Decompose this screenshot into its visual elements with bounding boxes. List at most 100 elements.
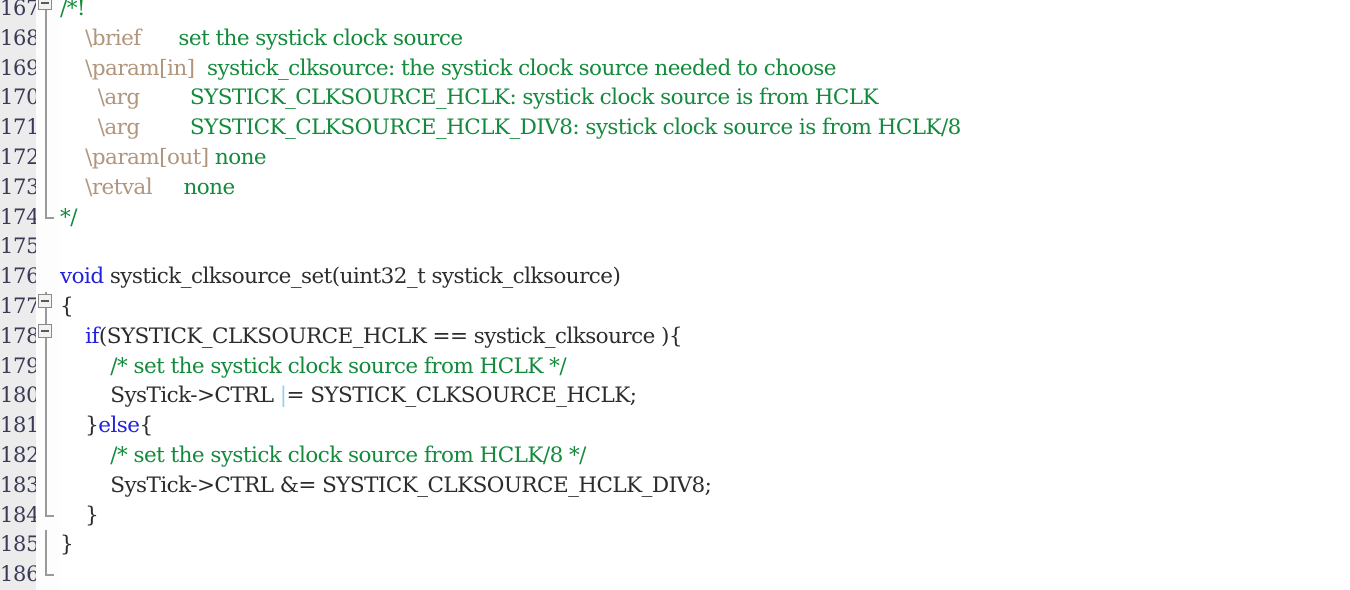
code-token: (SYSTICK_CLKSOURCE_HCLK == systick_clkso…: [98, 323, 683, 349]
line-number: 172: [0, 144, 40, 169]
code-token: void: [60, 264, 104, 290]
fold-row: [36, 381, 60, 412]
fold-row: [36, 83, 60, 114]
line-number: 176: [0, 264, 40, 289]
fold-row: [36, 142, 60, 173]
code-token: none: [183, 174, 235, 200]
fold-end-icon: [45, 560, 54, 577]
line-number: 170: [0, 85, 40, 110]
code-token: /*!: [60, 0, 86, 21]
line-number-gutter[interactable]: 167 168 169 170 171 172 173 174 175 176 177 178 179 1…: [0, 0, 40, 590]
code-line[interactable]: /* set the systick clock source from HCL…: [60, 441, 1350, 471]
line-number: 175: [0, 234, 40, 259]
line-number: 168: [0, 25, 40, 50]
code-token: {: [60, 293, 74, 319]
code-token: none: [214, 144, 267, 170]
code-token: systick_clksource_set(uint32_t systick_c…: [103, 264, 621, 290]
code-line[interactable]: \brief set the systick clock source: [60, 24, 1350, 54]
fold-row: [36, 291, 60, 322]
code-editor[interactable]: /*! \brief set the systick clock source …: [0, 0, 1350, 590]
code-token: systick_clksource: the systick clock sou…: [207, 55, 836, 81]
fold-row: [36, 351, 60, 382]
code-line[interactable]: }: [60, 501, 1350, 531]
line-number: 174: [0, 204, 40, 229]
code-token: SysTick->CTRL: [110, 383, 280, 409]
fold-row: [36, 0, 60, 24]
fold-collapse-icon[interactable]: [38, 293, 52, 308]
fold-guide-line: [45, 530, 47, 561]
fold-row: [36, 23, 60, 54]
code-token: \retval: [85, 174, 153, 200]
code-line[interactable]: */: [60, 203, 1350, 233]
code-line[interactable]: \retval none: [60, 173, 1350, 203]
fold-row: [36, 53, 60, 84]
line-number: 183: [0, 472, 40, 497]
code-token: \param[out]: [85, 144, 209, 170]
fold-guide-line: [45, 381, 47, 412]
code-line[interactable]: [60, 560, 1350, 590]
code-line[interactable]: /* set the systick clock source from HCL…: [60, 352, 1350, 382]
code-line[interactable]: SysTick->CTRL &= SYSTICK_CLKSOURCE_HCLK_…: [60, 471, 1350, 501]
line-number: 173: [0, 174, 40, 199]
fold-row: [36, 113, 60, 143]
fold-collapse-icon[interactable]: [38, 0, 52, 10]
code-token: \arg: [97, 115, 140, 141]
code-line[interactable]: {: [60, 292, 1350, 322]
code-token: if: [85, 323, 99, 349]
code-folding-margin[interactable]: [36, 0, 60, 590]
line-number: 180: [0, 383, 40, 408]
code-token: }: [60, 532, 74, 558]
fold-guide-line: [45, 351, 47, 382]
code-text-area[interactable]: /*! \brief set the systick clock source …: [60, 0, 1350, 590]
code-line[interactable]: \arg SYSTICK_CLKSOURCE_HCLK: systick clo…: [60, 83, 1350, 113]
line-number: 167: [0, 0, 40, 20]
code-token: {: [139, 413, 153, 439]
code-line[interactable]: SysTick->CTRL |= SYSTICK_CLKSOURCE_HCLK;: [60, 381, 1350, 411]
code-token: \brief: [85, 25, 141, 51]
code-line[interactable]: \param[in] systick_clksource: the systic…: [60, 54, 1350, 84]
fold-guide-line: [45, 411, 47, 441]
fold-guide-line: [45, 142, 47, 173]
fold-collapse-icon[interactable]: [38, 323, 52, 338]
code-line[interactable]: if(SYSTICK_CLKSOURCE_HCLK == systick_clk…: [60, 322, 1350, 352]
code-token: = SYSTICK_CLKSOURCE_HCLK;: [286, 383, 637, 409]
code-token: SysTick->CTRL &= SYSTICK_CLKSOURCE_HCLK_…: [110, 472, 712, 498]
line-number: 186: [0, 562, 40, 587]
code-line[interactable]: \arg SYSTICK_CLKSOURCE_HCLK_DIV8: systic…: [60, 113, 1350, 143]
code-token: set the systick clock source: [178, 25, 463, 51]
code-line[interactable]: }: [60, 530, 1350, 560]
code-line[interactable]: }else{: [60, 411, 1350, 441]
code-token: */: [60, 204, 77, 230]
code-token: \arg: [97, 85, 140, 111]
code-line[interactable]: [60, 232, 1350, 262]
code-token: }: [85, 502, 99, 528]
code-line[interactable]: void systick_clksource_set(uint32_t syst…: [60, 262, 1350, 292]
fold-end-icon: [45, 500, 54, 517]
code-line[interactable]: \param[out] none: [60, 143, 1350, 173]
code-token: SYSTICK_CLKSOURCE_HCLK: systick clock so…: [189, 85, 879, 111]
fold-guide-line: [45, 83, 47, 114]
fold-guide-line: [45, 440, 47, 471]
code-token: /* set the systick clock source from HCL…: [110, 442, 586, 468]
line-number: 177: [0, 293, 40, 318]
fold-row: [36, 440, 60, 471]
code-token: else: [98, 413, 140, 439]
fold-row: [36, 262, 60, 292]
line-number: 179: [0, 353, 40, 378]
fold-row: [36, 172, 60, 203]
code-line[interactable]: /*!: [60, 0, 1350, 24]
